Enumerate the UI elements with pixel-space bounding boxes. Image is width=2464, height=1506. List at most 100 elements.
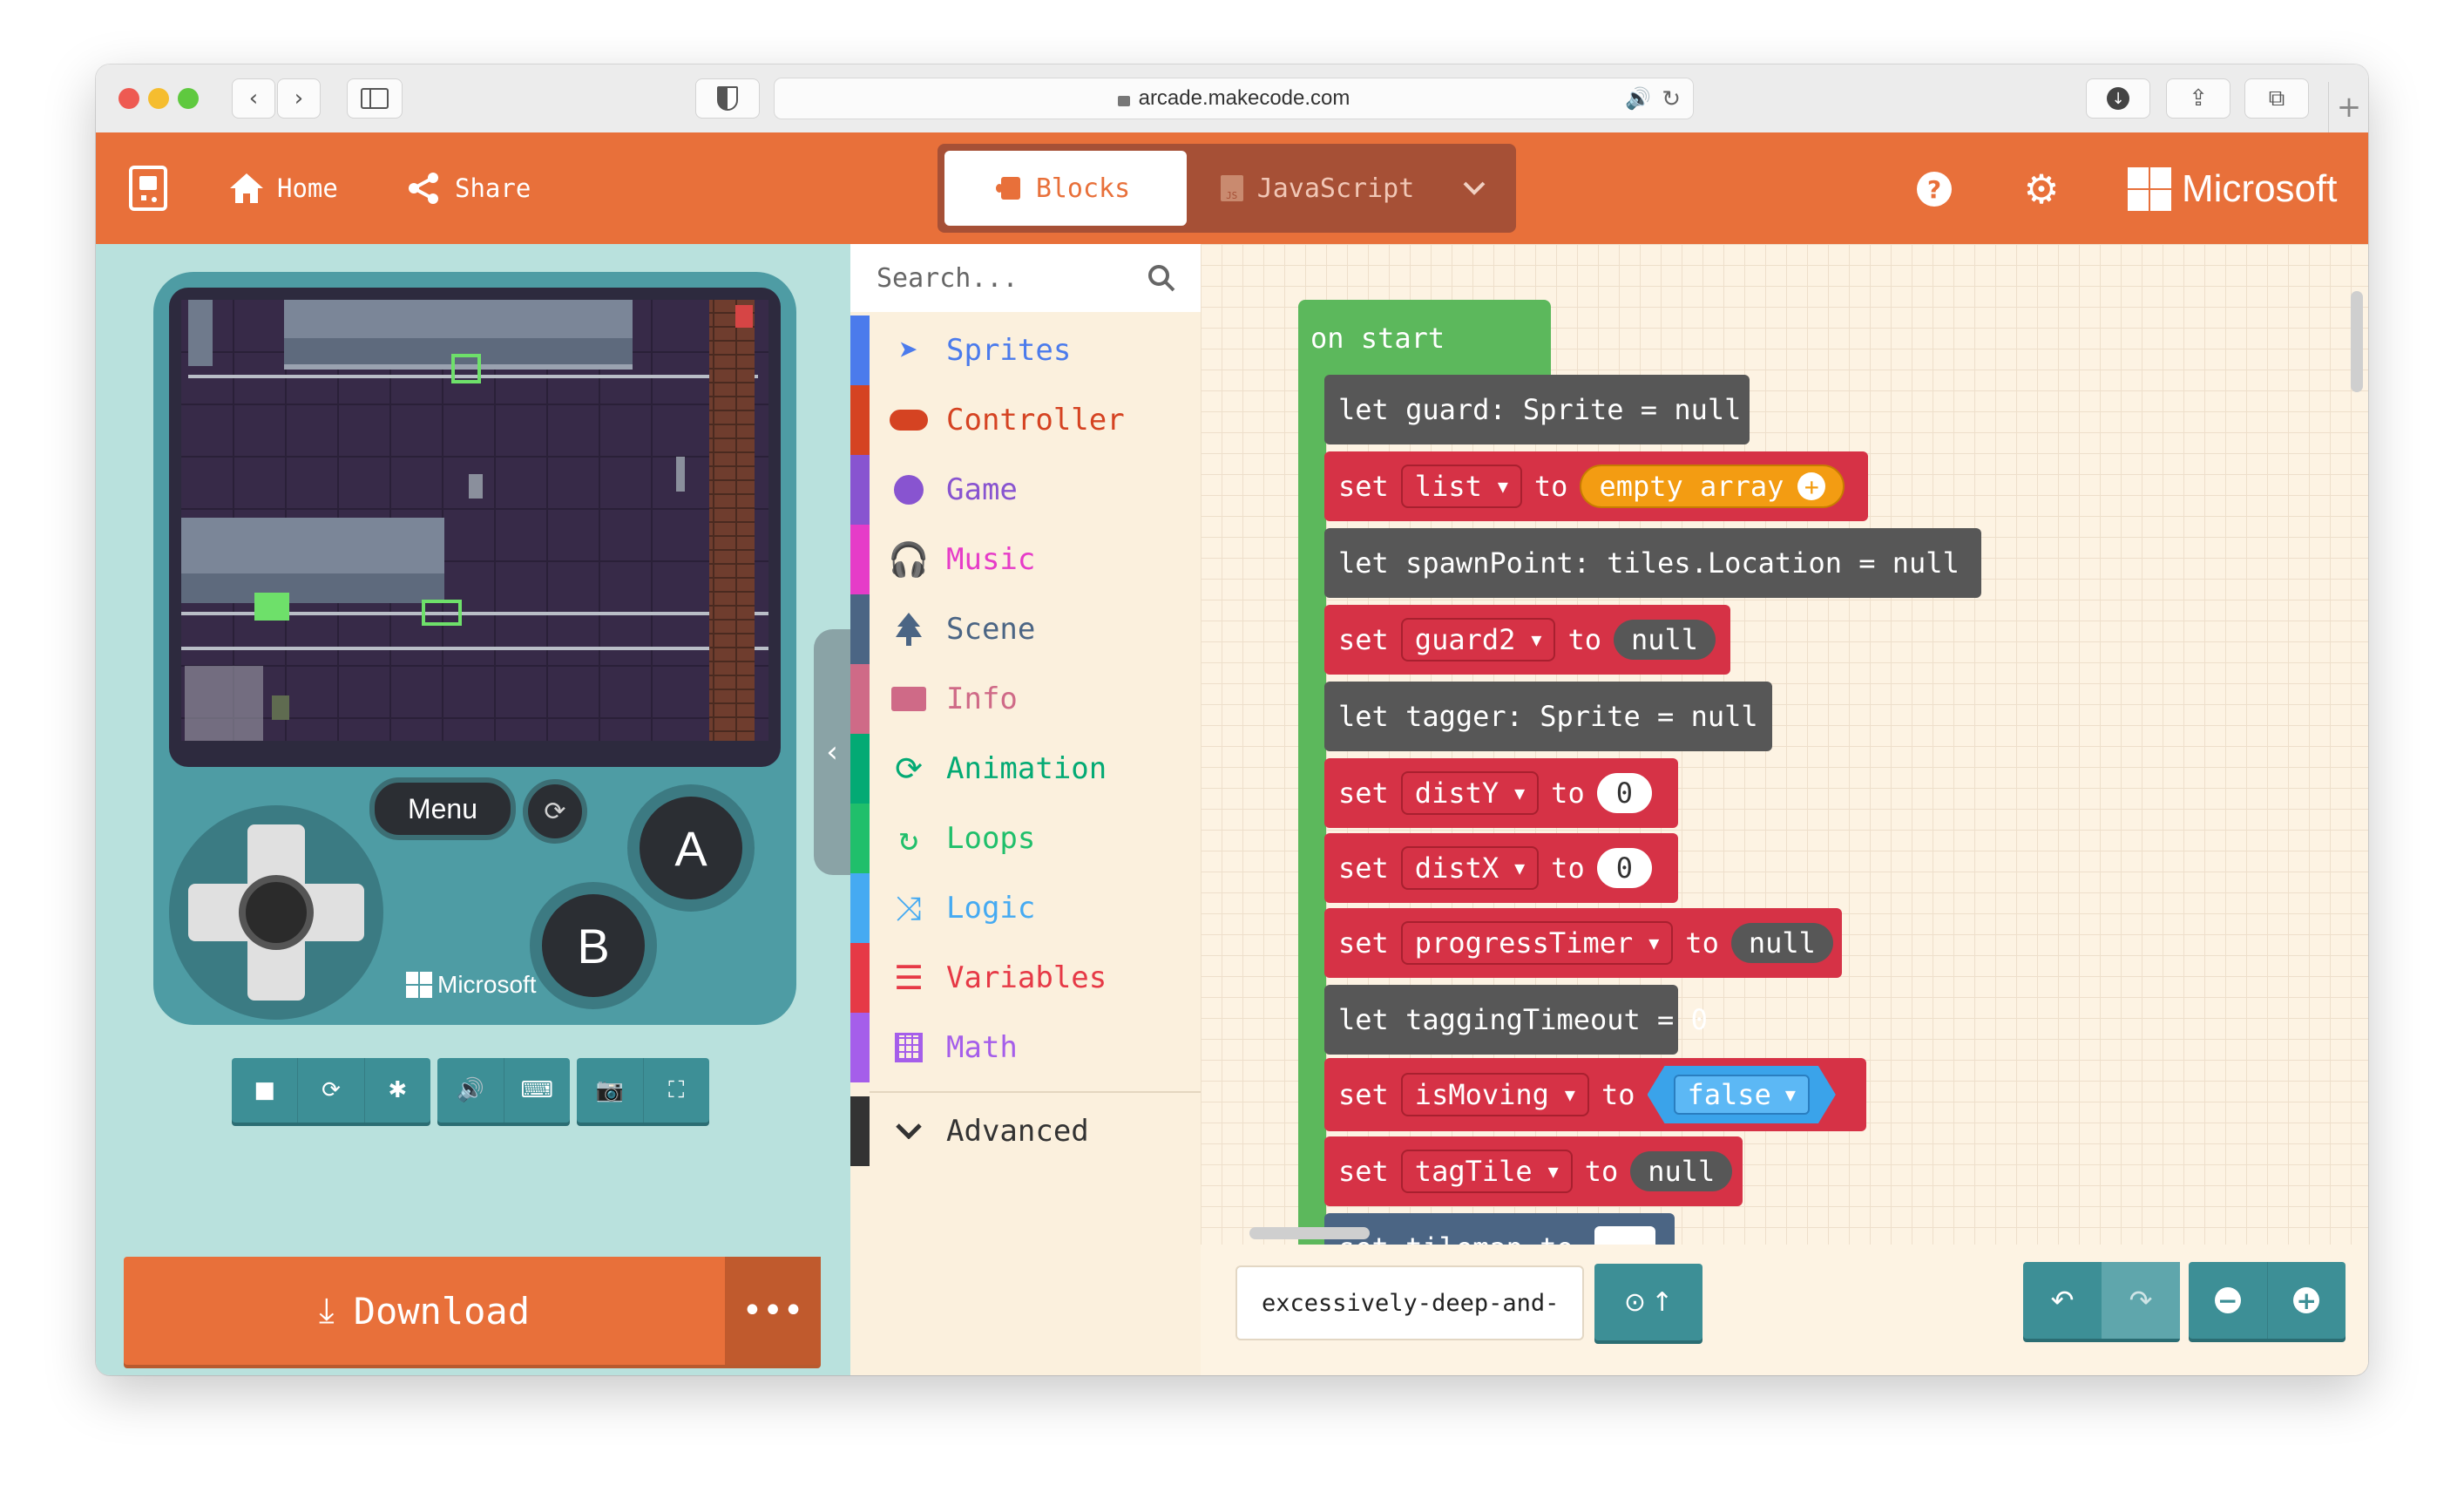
- search-icon: [1148, 265, 1175, 292]
- variable-name: guard2: [1414, 623, 1516, 656]
- category-advanced[interactable]: Advanced: [850, 1096, 1201, 1166]
- category-animation[interactable]: ⟳ Animation: [850, 734, 1201, 804]
- category-info[interactable]: Info: [850, 664, 1201, 734]
- tab-overview-button[interactable]: ⧉: [2244, 78, 2309, 119]
- boolean-block[interactable]: false ▼: [1648, 1066, 1836, 1123]
- set-progresstimer-block[interactable]: set progressTimer ▼ to null: [1324, 908, 1842, 978]
- fullscreen-button[interactable]: ⛶: [644, 1058, 710, 1123]
- variable-dropdown[interactable]: tagTile ▼: [1400, 1150, 1573, 1193]
- project-name-input[interactable]: excessively-deep-and-: [1235, 1265, 1584, 1340]
- chevron-left-icon: ‹: [248, 85, 259, 112]
- null-value[interactable]: null: [1630, 1151, 1733, 1191]
- variable-name: distY: [1414, 777, 1499, 810]
- dropdown-arrow-icon: ▼: [1564, 1084, 1575, 1105]
- menu-button[interactable]: Menu: [369, 777, 516, 840]
- microsoft-logo[interactable]: Microsoft: [2128, 166, 2337, 213]
- category-controller[interactable]: Controller: [850, 385, 1201, 455]
- mute-sound-button[interactable]: 🔊: [437, 1058, 504, 1123]
- minimize-window-button[interactable]: [148, 88, 169, 109]
- collapse-simulator-button[interactable]: ‹: [814, 629, 850, 875]
- let-guard-block[interactable]: let guard: Sprite = null: [1324, 375, 1750, 444]
- category-music[interactable]: 🎧 Music: [850, 525, 1201, 594]
- download-more-button[interactable]: •••: [725, 1257, 821, 1365]
- dpad[interactable]: [169, 805, 383, 1020]
- game-screen[interactable]: [181, 300, 768, 741]
- toolbox-search[interactable]: Search...: [850, 244, 1201, 312]
- share-page-button[interactable]: ⇪: [2166, 78, 2230, 119]
- category-sprites[interactable]: ➤ Sprites: [850, 315, 1201, 385]
- javascript-tab[interactable]: JS JavaScript: [1195, 151, 1439, 226]
- variable-dropdown[interactable]: list ▼: [1400, 465, 1522, 508]
- search-input[interactable]: Search...: [877, 263, 1019, 294]
- screenshot-camera-icon[interactable]: 📷: [577, 1058, 644, 1123]
- variable-name: isMoving: [1414, 1078, 1549, 1111]
- variable-dropdown[interactable]: progressTimer ▼: [1400, 921, 1674, 965]
- new-tab-button[interactable]: +: [2328, 82, 2368, 132]
- undo-button[interactable]: ↶: [2023, 1262, 2102, 1339]
- null-value[interactable]: null: [1730, 923, 1833, 963]
- github-push-button[interactable]: ⊙ ↑: [1594, 1264, 1702, 1340]
- category-scene[interactable]: Scene: [850, 594, 1201, 664]
- debug-bug-icon[interactable]: ✱: [365, 1058, 430, 1123]
- blocks-tab[interactable]: Blocks: [944, 151, 1187, 226]
- category-variables[interactable]: ☰ Variables: [850, 943, 1201, 1013]
- let-tagger-block[interactable]: let tagger: Sprite = null: [1324, 682, 1772, 751]
- arcade-logo-icon[interactable]: [129, 166, 167, 211]
- stop-button[interactable]: ■: [232, 1058, 299, 1123]
- reload-icon[interactable]: ↻: [1662, 85, 1681, 112]
- variable-dropdown[interactable]: guard2 ▼: [1400, 618, 1556, 661]
- vertical-scrollbar[interactable]: [2351, 291, 2363, 392]
- zoom-in-button[interactable]: +: [2268, 1262, 2346, 1339]
- simulator-toolbar-3: 📷 ⛶: [577, 1058, 709, 1123]
- set-distx-block[interactable]: set distX ▼ to 0: [1324, 833, 1678, 903]
- b-button[interactable]: B: [530, 882, 657, 1009]
- simulator-toolbar: ■ ⟳ ✱: [232, 1058, 430, 1123]
- variable-dropdown[interactable]: distY ▼: [1400, 771, 1540, 815]
- category-logic[interactable]: ⤨ Logic: [850, 873, 1201, 943]
- home-button[interactable]: Home: [228, 166, 338, 211]
- download-button[interactable]: ⤓ Download •••: [124, 1257, 821, 1365]
- calculator-icon: [887, 1033, 931, 1062]
- forward-button[interactable]: ›: [277, 78, 321, 119]
- privacy-shield-button[interactable]: [695, 78, 760, 119]
- horizontal-scrollbar[interactable]: [1249, 1227, 1370, 1239]
- sidebar-toggle-button[interactable]: [347, 78, 403, 119]
- set-list-block[interactable]: set list ▼ to empty array +: [1324, 451, 1868, 521]
- back-button[interactable]: ‹: [232, 78, 275, 119]
- redo-button[interactable]: ↷: [2102, 1262, 2180, 1339]
- category-loops[interactable]: ↻ Loops: [850, 804, 1201, 873]
- zoom-window-button[interactable]: [178, 88, 199, 109]
- null-value[interactable]: null: [1613, 620, 1716, 660]
- category-math[interactable]: Math: [850, 1013, 1201, 1082]
- simulator-toolbar-2: 🔊 ⌨: [437, 1058, 570, 1123]
- boolean-dropdown[interactable]: false ▼: [1674, 1075, 1810, 1115]
- blocks-workspace[interactable]: on start let guard: Sprite = null set li…: [1201, 244, 2368, 1375]
- let-taggingtimeout-block[interactable]: let taggingTimeout = 0: [1324, 985, 1708, 1055]
- number-input[interactable]: 0: [1596, 848, 1652, 888]
- address-bar[interactable]: arcade.makecode.com 🔊 ↻: [774, 78, 1694, 119]
- audio-playing-icon[interactable]: 🔊: [1625, 86, 1651, 112]
- downloads-button[interactable]: ↓: [2086, 78, 2150, 119]
- variable-dropdown[interactable]: distX ▼: [1400, 846, 1540, 890]
- set-tagtile-block[interactable]: set tagTile ▼ to null: [1324, 1136, 1743, 1206]
- empty-array-block[interactable]: empty array +: [1580, 465, 1845, 508]
- variable-dropdown[interactable]: isMoving ▼: [1400, 1073, 1589, 1116]
- close-window-button[interactable]: [118, 88, 139, 109]
- set-disty-block[interactable]: set distY ▼ to 0: [1324, 758, 1678, 828]
- set-guard2-block[interactable]: set guard2 ▼ to null: [1324, 605, 1730, 675]
- restart-button[interactable]: ⟳: [298, 1058, 365, 1123]
- settings-gear-icon[interactable]: ⚙: [2020, 166, 2063, 213]
- help-icon[interactable]: ?: [1917, 172, 1952, 207]
- set-ismoving-block[interactable]: set isMoving ▼ to false ▼: [1324, 1058, 1866, 1131]
- minus-circle-icon: −: [2214, 1286, 2241, 1315]
- a-button[interactable]: A: [627, 784, 755, 912]
- keyboard-controls-button[interactable]: ⌨: [504, 1058, 571, 1123]
- add-circle-icon[interactable]: +: [1797, 472, 1826, 501]
- let-spawnpoint-block[interactable]: let spawnPoint: tiles.Location = null: [1324, 528, 1981, 598]
- number-input[interactable]: 0: [1596, 773, 1652, 813]
- share-button[interactable]: Share: [406, 166, 531, 211]
- zoom-out-button[interactable]: −: [2189, 1262, 2268, 1339]
- restart-game-button[interactable]: ⟳: [523, 779, 587, 844]
- editor-dropdown-button[interactable]: [1439, 151, 1509, 226]
- category-game[interactable]: Game: [850, 455, 1201, 525]
